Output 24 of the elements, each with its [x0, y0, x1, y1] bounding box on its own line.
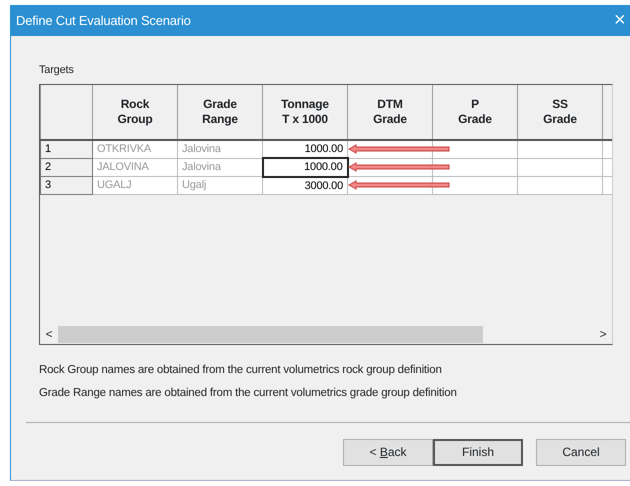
table-cell: UGALJ	[92, 176, 178, 194]
table-cell: JALOVINA	[92, 158, 178, 176]
table-cell[interactable]: 1000.00	[262, 158, 348, 176]
dialog-button[interactable]: < Back	[343, 438, 433, 466]
table-cell: Ugalj	[178, 176, 262, 194]
scroll-left-button[interactable]: <	[40, 325, 58, 343]
row-number: 2	[40, 158, 92, 176]
column-header: Rock Group	[92, 84, 178, 140]
column-header: P Grade	[432, 84, 518, 140]
dialog-button[interactable]: Finish	[433, 438, 523, 466]
table-cell: Jalovina	[178, 158, 262, 176]
column-header: Grade Range	[178, 84, 262, 140]
group-label: Targets	[39, 64, 74, 76]
close-button[interactable]: ×	[614, 10, 630, 32]
note-text: Grade Range names are obtained from the current volumetrics grade group definition	[39, 386, 458, 400]
column-header: Tonnage T x 1000	[262, 84, 348, 140]
column-header: SS Grade	[518, 84, 602, 140]
row-number: 3	[40, 176, 92, 194]
dialog-button[interactable]: Cancel	[536, 438, 626, 466]
window-title: Define Cut Evaluation Scenario	[16, 12, 191, 30]
scroll-right-button[interactable]: >	[594, 325, 612, 343]
column-header: DTM Grade	[348, 84, 432, 140]
scrollbar-thumb[interactable]	[58, 326, 483, 342]
note-text: Rock Group names are obtained from the current volumetrics rock group definition	[39, 362, 443, 378]
